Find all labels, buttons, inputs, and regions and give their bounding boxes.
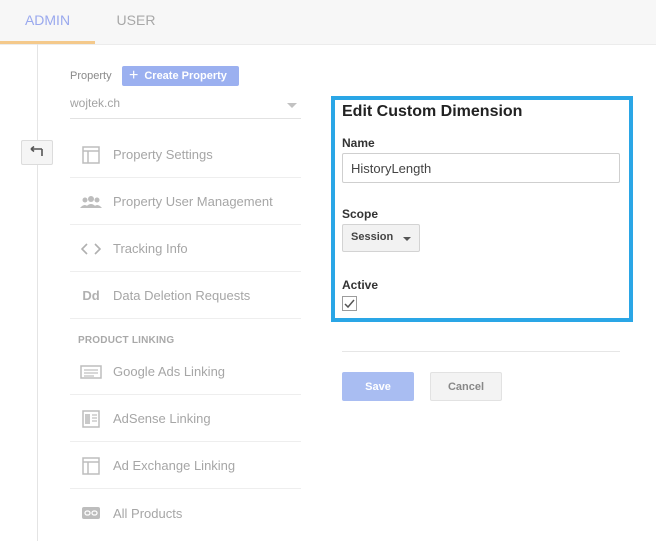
save-button[interactable]: Save — [342, 372, 414, 401]
sidebar-divider-line — [37, 44, 38, 541]
back-arrow-icon — [30, 145, 44, 161]
sidebar-item-label: Data Deletion Requests — [113, 288, 251, 303]
active-label: Active — [342, 278, 379, 292]
scope-select[interactable]: Session — [342, 224, 420, 252]
form-divider — [342, 351, 620, 352]
sidebar-item-label: All Products — [113, 505, 183, 521]
users-icon — [79, 192, 103, 212]
create-property-label: Create Property — [144, 70, 227, 82]
scope-select-value: Session — [351, 231, 394, 243]
sidebar-item-tracking-info[interactable]: Tracking Info — [70, 226, 301, 272]
checkmark-icon — [344, 299, 355, 309]
back-button[interactable] — [21, 140, 53, 165]
property-selector[interactable]: wojtek.ch — [70, 96, 301, 119]
sidebar-item-adsense-linking[interactable]: AdSense Linking — [70, 396, 301, 442]
sidebar-item-label: Property Settings — [113, 147, 213, 162]
edit-custom-dimension-panel: Edit Custom Dimension Name HistoryLength… — [331, 96, 633, 322]
product-linking-heading: PRODUCT LINKING — [78, 335, 175, 346]
dropdown-caret-icon — [287, 103, 297, 108]
layout-icon — [79, 145, 103, 165]
sidebar-item-label: AdSense Linking — [113, 411, 211, 426]
tab-admin[interactable]: ADMIN — [0, 0, 95, 44]
panel-title: Edit Custom Dimension — [342, 103, 523, 120]
property-selector-value: wojtek.ch — [70, 96, 121, 110]
sidebar-item-label: Tracking Info — [113, 241, 188, 256]
property-label: Property — [70, 70, 112, 82]
active-checkbox[interactable] — [342, 296, 357, 311]
name-input[interactable]: HistoryLength — [342, 153, 620, 183]
sidebar-item-property-settings[interactable]: Property Settings — [70, 132, 301, 178]
adexchange-icon — [79, 456, 103, 476]
plus-icon: + — [129, 67, 139, 84]
sidebar-item-label: Property User Management — [113, 194, 273, 209]
sidebar-item-property-user-management[interactable]: Property User Management — [70, 179, 301, 225]
dd-icon: Dd — [82, 288, 100, 303]
code-icon — [79, 239, 103, 259]
chevron-down-icon — [403, 237, 411, 241]
sidebar-item-ad-exchange-linking[interactable]: Ad Exchange Linking — [70, 443, 301, 489]
create-property-button[interactable]: + Create Property — [122, 66, 239, 86]
name-label: Name — [342, 136, 375, 150]
scope-label: Scope — [342, 207, 379, 221]
sidebar-item-all-products[interactable]: All Products — [70, 490, 301, 536]
sidebar-item-data-deletion-requests[interactable]: Dd Data Deletion Requests — [70, 273, 301, 319]
sidebar-item-label: Ad Exchange Linking — [113, 458, 236, 473]
adsense-icon — [79, 409, 103, 429]
ads-icon — [79, 362, 103, 382]
link-icon — [79, 503, 103, 523]
sidebar-item-label: Google Ads Linking — [113, 364, 226, 379]
tab-user[interactable]: USER — [95, 0, 177, 44]
sidebar-item-google-ads-linking[interactable]: Google Ads Linking — [70, 349, 301, 395]
top-tab-bar: ADMIN USER — [0, 0, 656, 45]
cancel-button[interactable]: Cancel — [430, 372, 502, 401]
